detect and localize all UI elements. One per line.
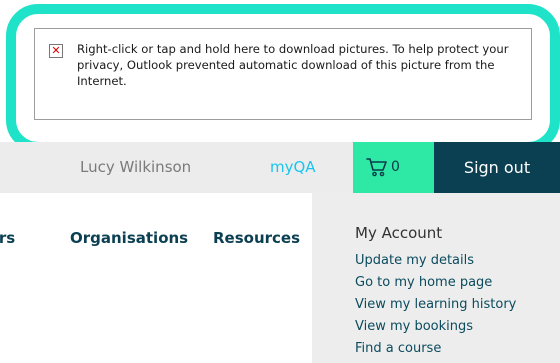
my-account-title: My Account [355,224,443,242]
update-details-link[interactable]: Update my details [355,250,516,272]
basket-button[interactable]: 0 [353,142,434,193]
shopping-cart-icon [366,158,387,177]
learning-history-link[interactable]: View my learning history [355,294,516,316]
sign-out-button[interactable]: Sign out [434,142,560,193]
blocked-image-message: Right-click or tap and hold here to down… [77,42,509,88]
find-course-link[interactable]: Find a course [355,338,516,360]
highlight-callout: ✕ Right-click or tap and hold here to do… [6,4,560,152]
myqa-link[interactable]: myQA [270,142,316,193]
nav-resources[interactable]: Resources [213,229,300,247]
nav-partners[interactable]: ners [0,229,15,247]
basket-count: 0 [391,159,400,175]
bookings-link[interactable]: View my bookings [355,316,516,338]
my-account-dropdown: My Account Update my details Go to my ho… [312,193,560,363]
account-links-list: Update my details Go to my home page Vie… [355,250,516,360]
broken-image-x-icon: ✕ [49,44,63,58]
nav-organisations[interactable]: Organisations [70,229,188,247]
blocked-image-placeholder[interactable]: ✕ Right-click or tap and hold here to do… [34,28,532,120]
home-page-link[interactable]: Go to my home page [355,272,516,294]
user-name[interactable]: Lucy Wilkinson [80,142,191,193]
